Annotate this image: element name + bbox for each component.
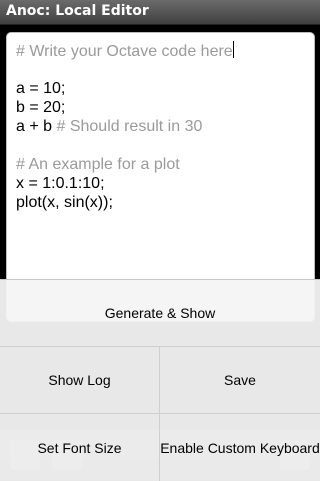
code-text: x = 1:0.1:10; — [16, 175, 105, 192]
code-text: a + b — [16, 118, 57, 135]
code-text: plot(x, sin(x)); — [16, 194, 113, 211]
code-line: a + b # Should result in 30 — [16, 117, 314, 136]
code-line: x = 1:0.1:10; — [16, 174, 314, 193]
title-bar: Anoc: Local Editor — [0, 0, 320, 25]
code-text: b = 20; — [16, 99, 66, 116]
code-text: a = 10; — [16, 80, 66, 97]
code-line: # Write your Octave code here — [16, 41, 314, 60]
set-font-size-button[interactable]: Set Font Size — [0, 414, 160, 481]
show-log-button[interactable]: Show Log — [0, 347, 160, 414]
save-button[interactable]: Save — [160, 347, 320, 414]
text-cursor — [232, 41, 234, 58]
code-comment: # An example for a plot — [16, 156, 180, 173]
code-comment: # Write your Octave code here — [16, 43, 233, 60]
code-line: a = 10; — [16, 79, 314, 98]
app-title: Anoc: Local Editor — [6, 3, 149, 19]
enable-custom-keyboard-button[interactable]: Enable Custom Keyboard — [160, 414, 320, 481]
code-line: # An example for a plot — [16, 155, 314, 174]
code-line: plot(x, sin(x)); — [16, 193, 314, 212]
code-line: b = 20; — [16, 98, 314, 117]
code-comment: # Should result in 30 — [56, 118, 203, 135]
generate-show-button[interactable]: Generate & Show — [0, 280, 320, 347]
options-menu: Generate & Show Show Log Save Set Font S… — [0, 279, 320, 481]
